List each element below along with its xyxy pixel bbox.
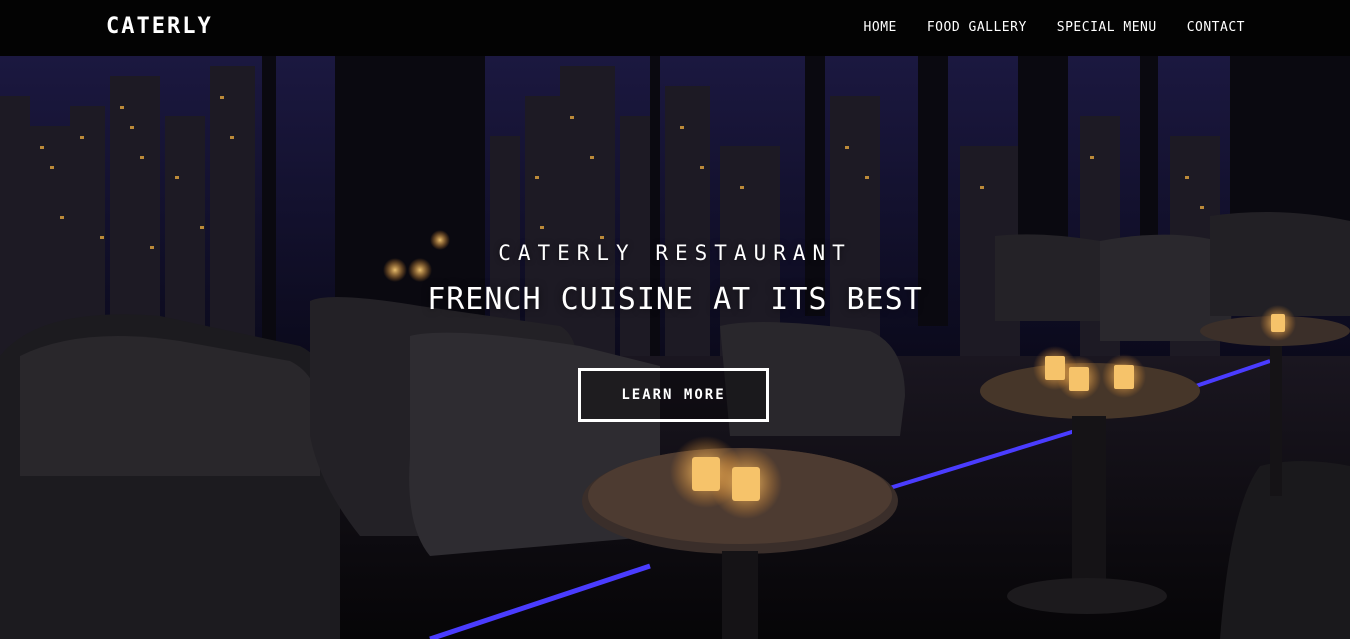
learn-more-button[interactable]: LEARN MORE [578,368,769,422]
hero-background-image [0,56,1350,639]
top-navbar: CATERLY HOME FOOD GALLERY SPECIAL MENU C… [0,0,1350,56]
nav-special-menu[interactable]: SPECIAL MENU [1057,20,1157,35]
hero-title: FRENCH CUISINE AT ITS BEST [427,282,923,317]
brand-logo[interactable]: CATERLY [106,14,213,39]
main-nav: HOME FOOD GALLERY SPECIAL MENU CONTACT [864,20,1245,35]
hero-subtitle: CATERLY RESTAURANT [498,241,852,265]
nav-contact[interactable]: CONTACT [1187,20,1245,35]
hero-section: CATERLY RESTAURANT FRENCH CUISINE AT ITS… [0,56,1350,639]
nav-food-gallery[interactable]: FOOD GALLERY [927,20,1027,35]
nav-home[interactable]: HOME [864,20,897,35]
